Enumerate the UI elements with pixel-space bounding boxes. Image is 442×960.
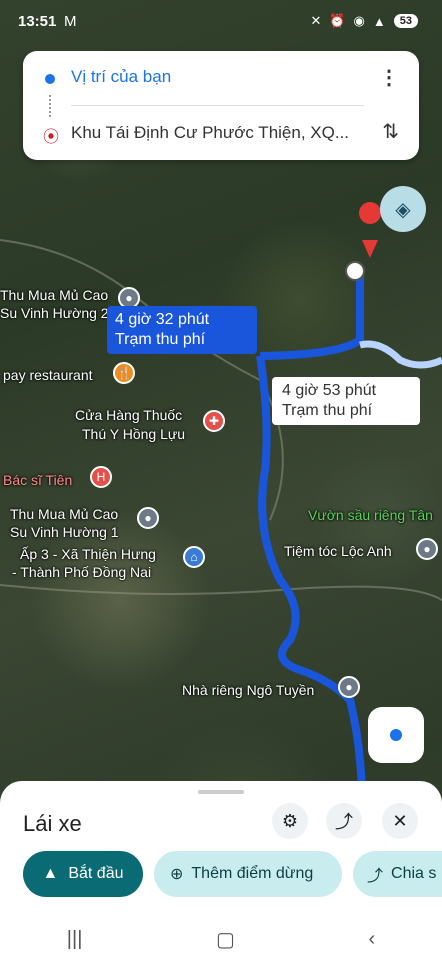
route-toll-note: Trạm thu phí [282, 402, 373, 419]
start-button[interactable]: ▲ Bắt đầu [23, 851, 143, 897]
my-location-button[interactable] [368, 707, 424, 763]
hospital-icon[interactable]: H [90, 466, 112, 488]
battery-icon: 53 [393, 14, 418, 28]
map-label: Tiệm tóc Lộc Anh [284, 543, 392, 559]
share-label: Chia s [391, 865, 437, 882]
route-duration: 4 giờ 53 phút [282, 382, 377, 399]
status-time: 13:51 [18, 13, 57, 30]
route-options-icon[interactable]: ⚙ [272, 803, 308, 839]
map-label: pay restaurant [3, 367, 93, 383]
map-label: Su Vinh Hường 2 [0, 305, 109, 321]
route-toll-note: Trạm thu phí [115, 331, 206, 348]
navigation-icon: ▲ [42, 865, 59, 882]
share-chip-icon: ⤴ [367, 868, 384, 885]
location-pin-icon[interactable]: ● [416, 538, 438, 560]
origin-dot-icon [45, 74, 55, 84]
share-icon[interactable]: ⤴ [326, 803, 362, 839]
map-label: Ấp 3 - Xã Thiện Hưng [20, 546, 156, 562]
location-icon: ◉ [353, 13, 365, 28]
destination-input[interactable]: Khu Tái Định Cư Phước Thiện, XQ... [71, 123, 356, 143]
restaurant-icon[interactable]: 🍴 [113, 362, 135, 384]
back-icon[interactable]: ‹ [369, 928, 376, 951]
status-bar: 13:51 M ✕ ⏰ ◉ ▲ 53 [0, 0, 442, 44]
map-label: Thu Mua Mủ Cao [10, 506, 119, 522]
more-options-icon[interactable]: ⋮ [379, 65, 399, 90]
destination-pin-icon: ⦿ [43, 129, 60, 146]
route-duration: 4 giờ 32 phút [115, 311, 210, 328]
travel-mode-title: Lái xe [23, 811, 82, 836]
home-icon[interactable]: ▢ [216, 927, 235, 952]
close-icon[interactable]: ✕ [382, 803, 418, 839]
map-label: Cửa Hàng Thuốc [75, 407, 183, 423]
map-label: - Thành Phố Đồng Nai [12, 564, 152, 580]
pharmacy-icon[interactable]: ✚ [203, 410, 225, 432]
add-stop-icon: ⊕ [170, 866, 184, 883]
map-label: Thú Y Hồng Lựu [82, 426, 186, 442]
add-stop-button[interactable]: ⊕ Thêm điểm dừng [154, 851, 342, 897]
start-label: Bắt đầu [68, 865, 124, 882]
government-icon[interactable]: ⌂ [183, 546, 205, 568]
route-callout-alt[interactable]: 4 giờ 53 phút Trạm thu phí [272, 377, 420, 425]
location-pin-icon[interactable]: ● [338, 676, 360, 698]
alarm-icon: ⏰ [329, 13, 346, 28]
map-label: Vườn sầu riêng Tân [308, 507, 433, 523]
map-label: Thu Mua Mủ Cao [0, 287, 109, 303]
system-nav-bar: ||| ▢ ‹ [0, 918, 442, 960]
drag-handle[interactable] [198, 790, 244, 794]
location-pin-icon[interactable]: ● [137, 507, 159, 529]
map-label: Nhà riêng Ngô Tuyền [182, 682, 315, 698]
layers-icon[interactable]: ◈ [380, 186, 426, 232]
mail-icon: M [64, 13, 77, 30]
swap-icon[interactable]: ⇅ [382, 119, 399, 144]
recents-icon[interactable]: ||| [67, 928, 83, 951]
directions-card: Vị trí của bạn ⋮ ⦿ Khu Tái Định Cư Phước… [23, 51, 419, 160]
route-callout-primary[interactable]: 4 giờ 32 phút Trạm thu phí [107, 306, 257, 354]
share-button[interactable]: ⤴ Chia s [353, 851, 442, 897]
signal-icon: ▲ [372, 13, 386, 29]
map-label: Bác sĩ Tiên [3, 472, 73, 488]
my-location-icon [390, 729, 402, 741]
divider [71, 105, 364, 106]
origin-input[interactable]: Vị trí của bạn [71, 67, 171, 87]
mute-icon: ✕ [310, 13, 322, 28]
add-stop-label: Thêm điểm dừng [191, 865, 314, 882]
route-connector [49, 95, 53, 117]
map-label: Su Vinh Hường 1 [10, 524, 119, 540]
